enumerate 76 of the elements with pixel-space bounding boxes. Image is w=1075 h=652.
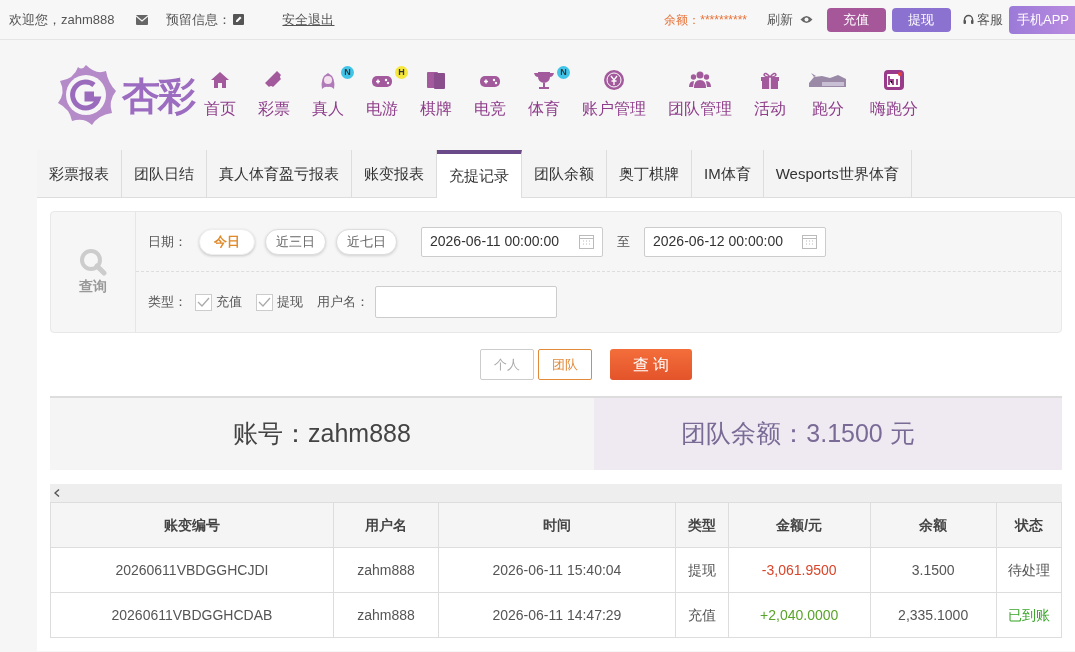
table-cell: 3.1500 [870,547,997,593]
column-header: 用户名 [333,502,439,548]
table-cell: zahm888 [333,592,439,638]
logo-text[interactable]: 杏彩 [122,66,194,124]
table-cell: -3,061.9500 [728,547,871,593]
eye-icon[interactable] [800,15,813,24]
query-button[interactable]: 查 询 [610,349,692,380]
coin-icon[interactable] [603,69,625,91]
to-label: 至 [617,232,630,251]
date-preset-button[interactable]: 近三日 [265,228,326,255]
balance-value: ********** [700,11,747,29]
new-badge: H [395,66,408,79]
column-header: 余额 [870,502,997,548]
nav-link[interactable]: 彩票 [258,97,290,121]
nav-link[interactable]: 团队管理 [668,97,732,121]
column-header: 状态 [996,502,1062,548]
table-cell: zahm888 [333,547,439,593]
reserved-info-label: 预留信息： [166,10,232,29]
edit-icon[interactable] [233,14,245,25]
scroll-left-icon[interactable] [54,489,60,497]
account-text: 账号：zahm888 [233,418,411,450]
nav-link[interactable]: 电竞 [474,97,506,121]
nav-link[interactable]: 体育 [528,97,560,121]
nav-link[interactable]: 棋牌 [420,97,452,121]
column-header: 时间 [438,502,676,548]
column-header: 类型 [675,502,729,548]
nav-link[interactable]: 电游 [366,97,398,121]
nav-link[interactable]: 账户管理 [582,97,646,121]
nav-link[interactable]: 活动 [754,97,786,121]
nav-link[interactable]: 嗨跑分 [870,97,918,121]
nav-link[interactable]: 首页 [204,97,236,121]
hi-app-icon[interactable] [883,69,905,91]
end-date-field[interactable]: 2026-06-12 00:00:00 [644,226,826,257]
balance-label: 余额： [664,11,701,29]
column-header: 账变编号 [50,502,334,548]
search-icon [79,247,107,276]
table-cell: 充值 [675,592,729,638]
checkbox-label: 充值 [216,293,242,312]
table-cell: 已到账 [996,592,1062,638]
username-label: 用户名： [317,293,369,312]
checkbox[interactable] [195,293,212,311]
welcome-text: 欢迎您，zahm888 [9,10,115,29]
column-header: 金额/元 [728,502,871,548]
service-link[interactable]: 客服 [977,9,1003,30]
team-balance-text: 团队余额：3.1500 元 [681,418,915,450]
table-cell: 待处理 [996,547,1062,593]
deposit-button[interactable]: 充值 [827,7,886,32]
checkbox-label: 提现 [277,293,303,312]
start-date-field[interactable]: 2026-06-11 00:00:00 [421,226,603,257]
table-cell: 20260611VBDGGHCJDI [50,547,334,593]
table-cell: 提现 [675,547,729,593]
users-icon[interactable] [689,69,711,91]
playing-cards-icon[interactable] [425,69,447,91]
table-cell: 2026-06-11 15:40:04 [438,547,676,593]
report-tab[interactable]: 充提记录 [437,150,522,198]
logout-link[interactable]: 安全退出 [282,9,335,30]
checkbox[interactable] [256,293,273,311]
new-badge: N [341,66,354,79]
type-label: 类型： [148,293,187,312]
query-side-label: 查询 [79,276,107,296]
table-cell: 2026-06-11 14:47:29 [438,592,676,638]
nav-link[interactable]: 真人 [312,97,344,121]
headset-icon[interactable] [963,14,974,25]
home-icon[interactable] [209,69,231,91]
table-cell: 20260611VBDGGHCDAB [50,592,334,638]
nav-link[interactable]: 跑分 [812,97,844,121]
table-cell: 2,335.1000 [870,592,997,638]
table-cell: +2,040.0000 [728,592,871,638]
username-field[interactable] [375,286,557,318]
date-preset-button[interactable]: 近七日 [336,228,397,255]
trophy-icon[interactable] [533,69,555,91]
withdraw-button[interactable]: 提现 [892,7,951,32]
refresh-link[interactable]: 刷新 [767,9,793,30]
new-badge: N [557,66,570,79]
mail-icon[interactable] [136,14,149,25]
date-label: 日期： [148,232,187,251]
